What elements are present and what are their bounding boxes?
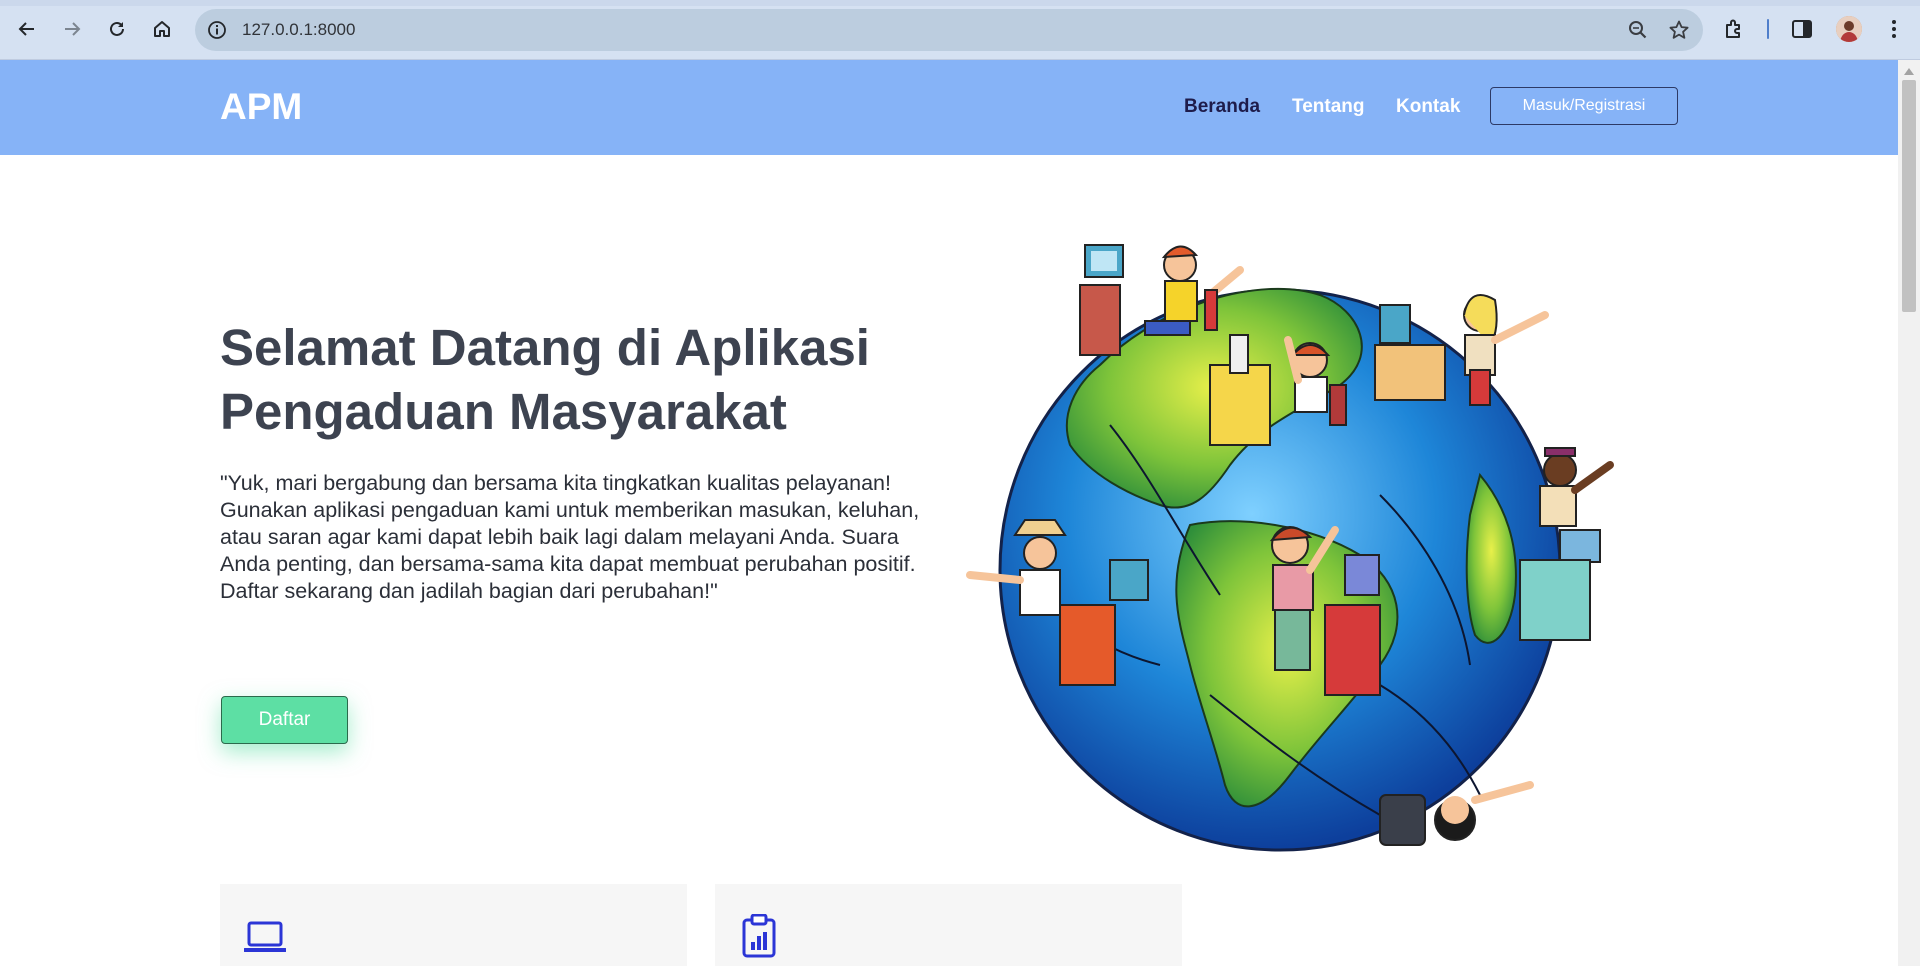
zoom-icon[interactable] xyxy=(1627,19,1649,41)
extensions-icon[interactable] xyxy=(1722,17,1746,41)
reload-button[interactable] xyxy=(102,14,132,44)
side-panel-icon[interactable] xyxy=(1790,17,1814,41)
laptop-icon xyxy=(244,921,286,952)
forward-arrow-icon xyxy=(65,22,81,36)
feature-card-2 xyxy=(715,884,1182,966)
register-button[interactable]: Daftar xyxy=(221,696,348,744)
back-button[interactable] xyxy=(12,14,42,44)
forward-button[interactable] xyxy=(57,14,87,44)
nav-tentang[interactable]: Tentang xyxy=(1292,95,1364,119)
home-button[interactable] xyxy=(147,14,177,44)
scroll-up-arrow-icon[interactable] xyxy=(1904,68,1914,75)
clipboard-chart-icon xyxy=(742,914,776,958)
hero-description: "Yuk, mari bergabung dan bersama kita ti… xyxy=(220,471,920,603)
login-register-button[interactable]: Masuk/Registrasi xyxy=(1490,87,1678,125)
scrollbar-thumb[interactable] xyxy=(1902,80,1916,312)
site-header: APM Beranda Tentang Kontak Masuk/Registr… xyxy=(0,60,1898,155)
url-text: 127.0.0.1:8000 xyxy=(242,20,356,39)
tab-strip-edge xyxy=(0,0,1920,6)
address-bar[interactable]: 127.0.0.1:8000 xyxy=(195,9,1703,51)
nav-kontak[interactable]: Kontak xyxy=(1396,95,1460,119)
back-arrow-icon xyxy=(18,22,34,36)
toolbar-separator xyxy=(1767,19,1769,39)
home-icon xyxy=(154,21,170,37)
reload-icon xyxy=(110,21,124,36)
kebab-menu-icon[interactable] xyxy=(1882,17,1906,41)
person-bottom xyxy=(1379,781,1534,846)
profile-avatar[interactable] xyxy=(1836,16,1862,42)
hero-title: Selamat Datang di Aplikasi Pengaduan Mas… xyxy=(220,319,870,440)
profile-picture xyxy=(1836,16,1862,42)
nav-beranda[interactable]: Beranda xyxy=(1184,95,1260,119)
brand-logo[interactable]: APM xyxy=(220,85,302,129)
site-info-icon[interactable] xyxy=(207,20,227,40)
bookmark-star-icon[interactable] xyxy=(1668,19,1690,41)
feature-card-1 xyxy=(220,884,687,966)
page-scrollbar[interactable] xyxy=(1898,60,1920,966)
hero-illustration xyxy=(966,244,1614,852)
browser-toolbar: 127.0.0.1:8000 xyxy=(0,0,1920,60)
